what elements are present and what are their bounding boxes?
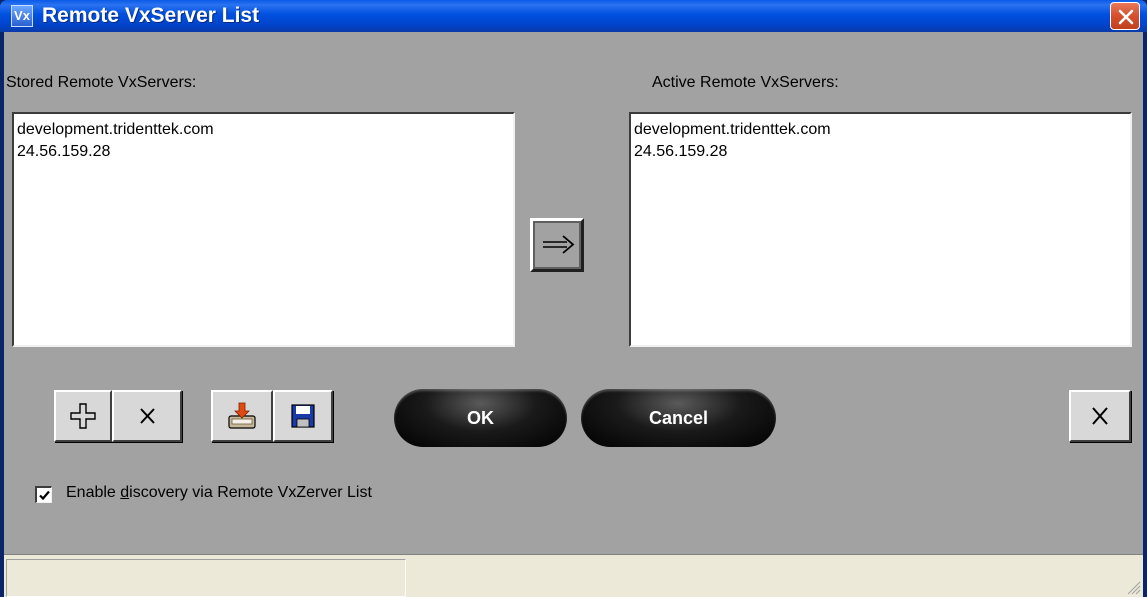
floppy-disk-icon — [291, 404, 315, 428]
x-icon — [140, 408, 155, 424]
active-servers-label: Active Remote VxServers: — [652, 74, 839, 91]
stored-servers-label: Stored Remote VxServers: — [6, 74, 197, 91]
discovery-label[interactable]: Enable discovery via Remote VxZerver Lis… — [66, 484, 372, 502]
import-icon — [228, 402, 256, 429]
discovery-label-suffix: iscovery via Remote VxZerver List — [129, 484, 372, 501]
list-item[interactable]: 24.56.159.28 — [634, 141, 1127, 163]
list-item[interactable]: 24.56.159.28 — [17, 141, 510, 163]
remove-server-button[interactable] — [112, 390, 182, 442]
right-arrow-icon — [543, 235, 575, 254]
dialog-window: Vx Remote VxServer List Stored Remote Vx… — [0, 0, 1147, 597]
window-close-button[interactable] — [1110, 2, 1140, 30]
active-servers-list[interactable]: development.tridenttek.com 24.56.159.28 — [629, 112, 1132, 347]
dialog-body: Stored Remote VxServers: development.tri… — [4, 32, 1143, 597]
x-icon — [1092, 407, 1108, 425]
status-bar — [4, 554, 1143, 597]
list-item[interactable]: development.tridenttek.com — [17, 119, 510, 141]
stored-servers-list[interactable]: development.tridenttek.com 24.56.159.28 — [12, 112, 515, 347]
list-item[interactable]: development.tridenttek.com — [634, 119, 1127, 141]
title-bar[interactable]: Vx Remote VxServer List — [0, 0, 1147, 32]
close-icon — [1118, 9, 1134, 25]
cancel-button[interactable]: Cancel — [581, 389, 776, 447]
add-server-button[interactable] — [54, 390, 112, 442]
discovery-checkbox[interactable] — [35, 486, 52, 503]
resize-grip-icon[interactable] — [1125, 579, 1141, 595]
transfer-button-face — [535, 223, 579, 267]
ok-button[interactable]: OK — [394, 389, 567, 447]
window-title: Remote VxServer List — [42, 4, 260, 27]
transfer-button[interactable] — [530, 218, 584, 272]
close-dialog-button[interactable] — [1069, 390, 1131, 442]
plus-icon — [70, 403, 96, 429]
load-list-button[interactable] — [211, 390, 273, 442]
discovery-label-prefix: Enable — [66, 484, 121, 501]
save-list-button[interactable] — [273, 390, 333, 442]
app-icon: Vx — [11, 5, 33, 27]
status-pane — [6, 559, 406, 597]
checkmark-icon — [39, 490, 50, 501]
discovery-label-mnemonic: d — [120, 484, 130, 501]
